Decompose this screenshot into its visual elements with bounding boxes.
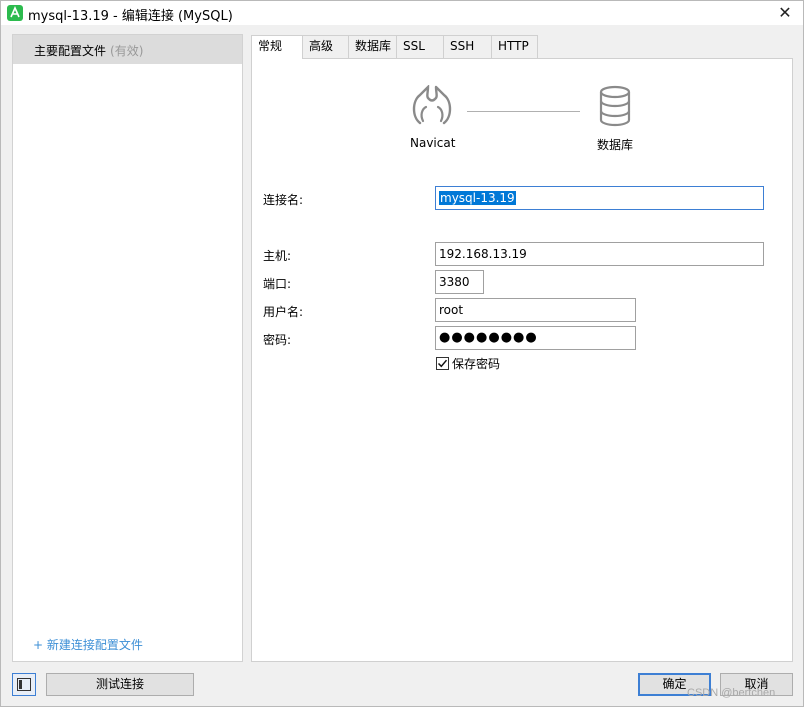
edit-connection-dialog: mysql-13.19 - 编辑连接 (MySQL) ✕ 主要配置文件 (有效) …	[0, 0, 804, 707]
profile-label: 主要配置文件 (有效)	[34, 42, 143, 59]
tab-ssh[interactable]: SSH	[443, 35, 492, 58]
username-input[interactable]: root	[435, 298, 636, 322]
connection-name-label: 连接名:	[263, 193, 304, 207]
navicat-label: Navicat	[410, 136, 456, 150]
sidebar-toggle-button[interactable]	[12, 673, 36, 696]
port-label: 端口:	[263, 277, 292, 291]
host-label: 主机:	[263, 249, 292, 263]
password-input[interactable]: ●●●●●●●●	[435, 326, 636, 350]
general-tab-panel: Navicat 数据库 连接名: mysql-13.19 主机: 192.168…	[251, 58, 793, 662]
sidebar-toggle-icon	[17, 678, 31, 691]
profile-item-main[interactable]: 主要配置文件 (有效)	[13, 35, 242, 64]
port-input[interactable]: 3380	[435, 270, 484, 294]
save-password-label: 保存密码	[452, 357, 501, 371]
close-icon[interactable]: ✕	[775, 3, 795, 23]
database-label: 数据库	[597, 138, 634, 152]
tab-advanced[interactable]: 高级	[302, 35, 349, 58]
save-password-checkbox[interactable]	[436, 357, 449, 370]
database-icon	[598, 85, 632, 127]
connection-name-input[interactable]: mysql-13.19	[435, 186, 764, 210]
test-connection-button[interactable]: 测试连接	[46, 673, 194, 696]
navicat-app-icon	[7, 5, 23, 21]
watermark: CSDN @bertchen	[687, 687, 776, 699]
connection-profiles-panel: 主要配置文件 (有效) + 新建连接配置文件	[12, 34, 243, 662]
tab-http[interactable]: HTTP	[491, 35, 538, 58]
new-profile-link[interactable]: + 新建连接配置文件	[33, 636, 143, 653]
profile-status: (有效)	[110, 44, 144, 58]
connection-name-value: mysql-13.19	[439, 191, 516, 205]
tab-bar: 常规 高级 数据库 SSL SSH HTTP	[251, 35, 538, 59]
tab-databases[interactable]: 数据库	[348, 35, 397, 58]
connection-line	[467, 111, 580, 112]
host-input[interactable]: 192.168.13.19	[435, 242, 764, 266]
title-bar: mysql-13.19 - 编辑连接 (MySQL) ✕	[1, 1, 803, 25]
save-password-option[interactable]: 保存密码	[436, 355, 500, 372]
tab-general[interactable]: 常规	[251, 35, 303, 59]
username-label: 用户名:	[263, 305, 304, 319]
window-title: mysql-13.19 - 编辑连接 (MySQL)	[28, 9, 233, 24]
password-label: 密码:	[263, 333, 292, 347]
navicat-logo-icon	[410, 84, 454, 127]
profile-name: 主要配置文件	[34, 44, 107, 58]
tab-ssl[interactable]: SSL	[396, 35, 444, 58]
